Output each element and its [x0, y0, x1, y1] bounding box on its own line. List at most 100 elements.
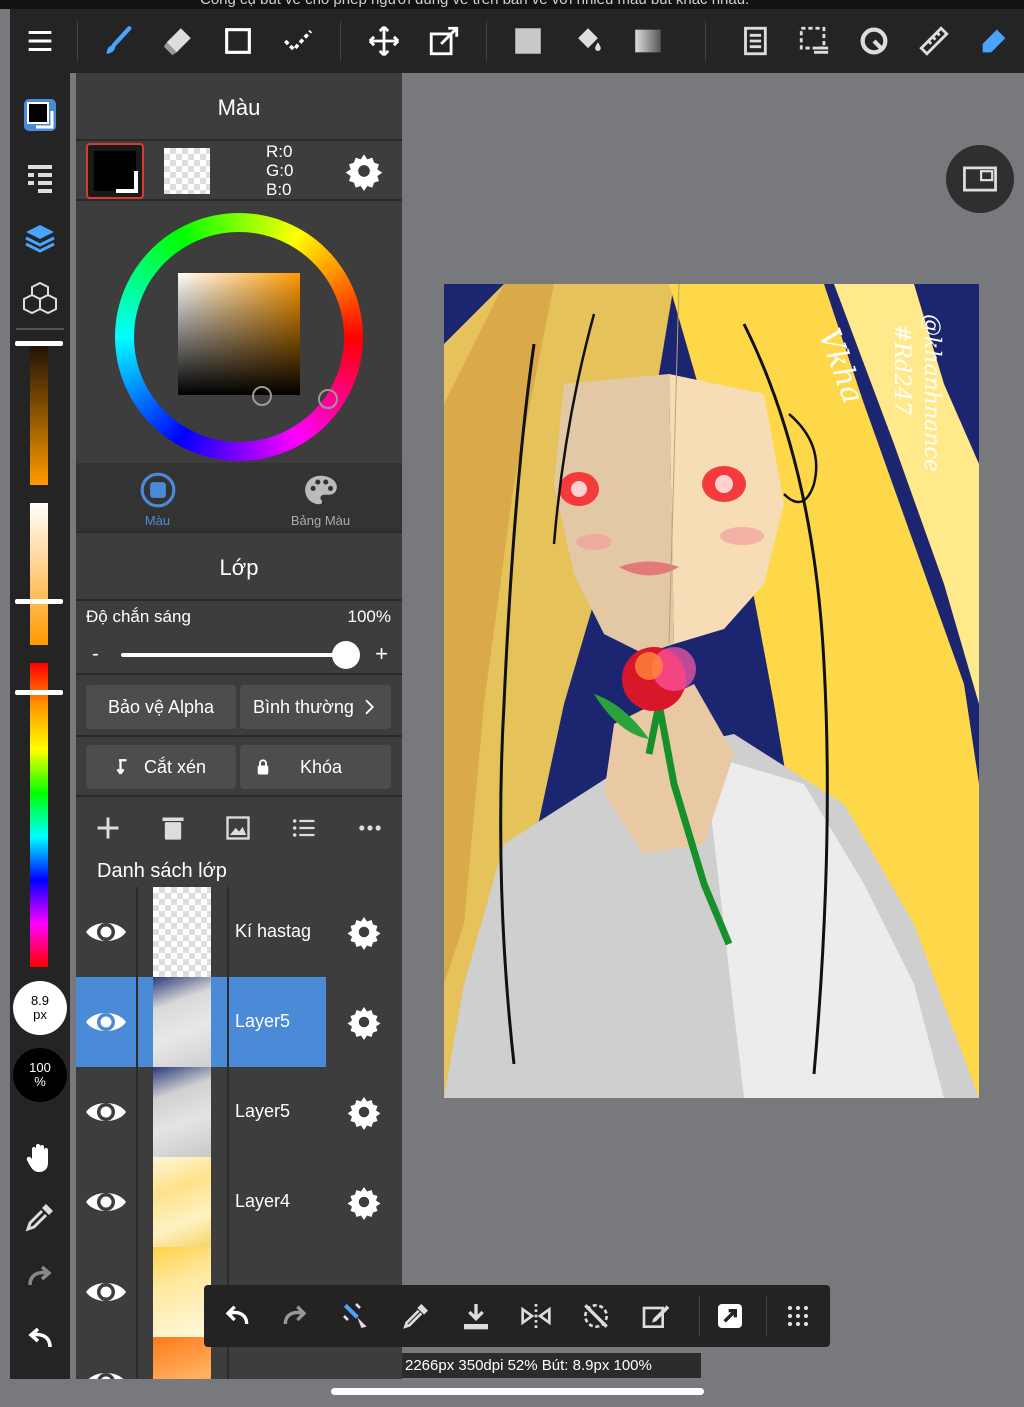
eye-icon [86, 923, 126, 941]
brightness-slider-thumb[interactable] [15, 341, 63, 346]
row-divider [227, 1067, 229, 1157]
expand-icon[interactable] [710, 1296, 750, 1336]
rectangle-icon[interactable] [210, 9, 266, 73]
row-divider [136, 1157, 138, 1247]
saturation-slider[interactable] [30, 503, 48, 645]
blend-mode-button[interactable]: Bình thường [240, 685, 391, 729]
pen-select-icon[interactable] [966, 9, 1022, 73]
color-settings-gear-icon[interactable] [344, 151, 384, 191]
selection-icon[interactable] [786, 9, 842, 73]
move-icon[interactable] [356, 9, 412, 73]
download-icon[interactable] [456, 1296, 496, 1336]
alpha-protect-button[interactable]: Bảo vệ Alpha [86, 685, 236, 729]
opacity-minus-button[interactable]: - [92, 643, 99, 666]
clipping-button[interactable]: Cắt xén [86, 745, 236, 789]
transform-icon[interactable] [416, 9, 472, 73]
flip-horizontal-icon[interactable] [516, 1296, 556, 1336]
eyedropper-icon[interactable] [18, 1195, 62, 1239]
row-divider [136, 1247, 138, 1337]
layer-name: Layer5 [235, 1011, 291, 1031]
layer-opacity-value: 100% [347, 607, 391, 626]
undo-icon[interactable] [216, 1296, 256, 1336]
eye-icon [88, 1373, 124, 1379]
opacity-slider-track[interactable] [121, 653, 346, 657]
lasso-icon[interactable] [846, 9, 902, 73]
fill-square-icon[interactable] [500, 9, 556, 73]
top-toolbar [10, 9, 1024, 73]
layer-list-icon[interactable] [287, 811, 321, 845]
brush-opacity-unit: % [34, 1074, 46, 1089]
artwork-canvas[interactable]: Vkha @khanhnance #Rd247 [444, 284, 979, 1098]
delete-layer-icon[interactable] [156, 811, 190, 845]
panel-divider [76, 673, 402, 675]
stabilizer-brush-icon[interactable] [336, 1296, 376, 1336]
artist-signature-tag: #Rd247 [889, 324, 914, 416]
row-divider [136, 1067, 138, 1157]
layer-row[interactable]: Layer4 [76, 1157, 402, 1247]
layer-gear-icon [347, 1097, 381, 1130]
layer-name: Layer5 [235, 1101, 291, 1121]
layer-row[interactable]: Kí hastag [76, 887, 402, 977]
opacity-slider-thumb[interactable] [332, 641, 360, 669]
brush-size-badge[interactable]: 8.9 px [13, 981, 67, 1035]
layer-name: Layer4 [235, 1191, 291, 1211]
leftbar-divider [16, 328, 64, 330]
side-panel: Màu R:0 G:0 B:0 Màu Bảng Màu Lớp Độ chắn… [76, 73, 402, 1379]
alpha-protect-label: Bảo vệ Alpha [107, 696, 215, 717]
color-swatch-icon[interactable] [18, 93, 62, 137]
redo-icon[interactable] [276, 1296, 316, 1336]
gradient-icon[interactable] [620, 9, 676, 73]
layer-image-icon[interactable] [221, 811, 255, 845]
hand-icon[interactable] [18, 1135, 62, 1179]
eraser-icon[interactable] [150, 9, 206, 73]
dotted-line-icon[interactable] [270, 9, 326, 73]
opacity-plus-button[interactable]: + [375, 641, 388, 667]
saturation-slider-thumb[interactable] [15, 599, 63, 604]
menu-icon[interactable] [12, 9, 68, 73]
color-circle-icon [140, 472, 175, 508]
row-divider [136, 1337, 138, 1379]
brightness-slider[interactable] [30, 345, 48, 485]
layer-row[interactable]: Layer5 [76, 1067, 402, 1157]
quick-toolbar [204, 1285, 830, 1347]
home-indicator[interactable] [331, 1388, 704, 1395]
undo-icon[interactable] [18, 1315, 62, 1359]
primary-color-swatch[interactable] [86, 143, 144, 199]
brush-opacity-badge[interactable]: 100 % [13, 1048, 67, 1102]
view-toggle-button[interactable] [946, 145, 1014, 213]
grid-menu-icon[interactable] [778, 1296, 818, 1336]
material-icon[interactable] [18, 275, 62, 319]
artist-signature-handle: @khanhnance [919, 314, 944, 472]
clipping-arrow-icon [116, 759, 127, 775]
hue-picker-ring[interactable] [318, 389, 338, 409]
more-options-icon[interactable] [353, 811, 387, 845]
add-layer-icon[interactable] [91, 811, 125, 845]
hue-slider-thumb[interactable] [15, 690, 63, 695]
eye-icon [86, 1193, 126, 1211]
brush-icon[interactable] [90, 9, 146, 73]
layers-doc-icon[interactable] [726, 9, 782, 73]
tab-palette[interactable]: Bảng Màu [239, 463, 402, 531]
rotate-reset-icon[interactable] [576, 1296, 616, 1336]
lock-button[interactable]: Khóa [240, 745, 391, 789]
lock-label: Khóa [300, 756, 343, 777]
eyedropper-icon[interactable] [396, 1296, 436, 1336]
layers-icon[interactable] [18, 215, 62, 259]
ruler-icon[interactable] [906, 9, 962, 73]
transparent-color-swatch[interactable] [164, 148, 210, 194]
layer-thumbnail [153, 1337, 211, 1379]
sv-picker-ring[interactable] [252, 386, 272, 406]
palette-icon [304, 475, 337, 505]
redo-icon[interactable] [18, 1255, 62, 1299]
bucket-icon[interactable] [560, 9, 616, 73]
hue-slider[interactable] [30, 663, 48, 967]
caption-strip: Công cụ bút vẽ cho phép người dùng vẽ tr… [0, 0, 1024, 9]
brush-list-icon[interactable] [18, 155, 62, 199]
tab-color[interactable]: Màu [76, 463, 239, 531]
row-divider [136, 977, 138, 1067]
saturation-value-square[interactable] [178, 273, 300, 395]
layer-actions-bar [76, 803, 402, 851]
layer-row-selected[interactable]: Layer5 [76, 977, 402, 1067]
edit-canvas-icon[interactable] [636, 1296, 676, 1336]
row-divider [227, 887, 229, 977]
